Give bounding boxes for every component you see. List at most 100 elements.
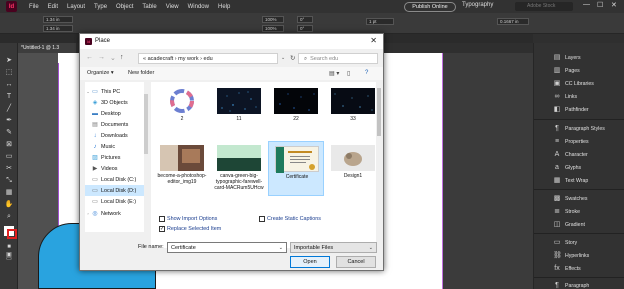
nav-desktop[interactable]: ▬ Desktop bbox=[85, 108, 145, 119]
minimize-icon[interactable]: — bbox=[583, 1, 590, 8]
files-scroll-thumb[interactable] bbox=[377, 88, 381, 136]
file-item[interactable]: 22 bbox=[268, 84, 324, 139]
selection-tool-icon[interactable]: ➤ bbox=[4, 57, 14, 65]
file-item[interactable]: 2 bbox=[154, 84, 210, 139]
free-transform-tool-icon[interactable]: ⤡ bbox=[4, 177, 14, 185]
organize-button[interactable]: Organize ▾ bbox=[87, 70, 114, 76]
menu-layout[interactable]: Layout bbox=[67, 4, 85, 10]
rectangle-frame-tool-icon[interactable]: ⊠ bbox=[4, 141, 14, 149]
stroke-weight-field[interactable]: 1 pt bbox=[366, 18, 394, 25]
panel-character[interactable]: A Character bbox=[534, 149, 624, 160]
panel-layers[interactable]: ▤ Layers bbox=[534, 52, 624, 63]
panel-links[interactable]: ∞ Links bbox=[534, 91, 624, 102]
recent-dropdown-icon[interactable]: ⌄ bbox=[110, 54, 116, 62]
menu-table[interactable]: Table bbox=[142, 4, 156, 10]
dialog-close-icon[interactable]: ✕ bbox=[370, 36, 377, 45]
nav-downloads[interactable]: ↓ Downloads bbox=[85, 130, 145, 141]
nav-scroll-thumb[interactable] bbox=[144, 94, 148, 154]
panel-cc-libraries[interactable]: ▣ CC Libraries bbox=[534, 78, 624, 89]
width-field[interactable]: 1.34 in bbox=[43, 16, 73, 23]
menu-view[interactable]: View bbox=[166, 4, 179, 10]
panel-gradient[interactable]: ◫ Gradient bbox=[534, 219, 624, 230]
nav-3d-objects[interactable]: ◈ 3D Objects bbox=[85, 97, 145, 108]
nav-this-pc[interactable]: ⌄ ▭ This PC bbox=[85, 86, 145, 97]
show-import-options-checkbox[interactable]: Show Import Options bbox=[159, 216, 217, 222]
scale-x-field[interactable]: 100% bbox=[262, 16, 284, 23]
new-folder-button[interactable]: New folder bbox=[128, 70, 154, 76]
line-tool-icon[interactable]: ╱ bbox=[4, 105, 14, 113]
panel-pathfinder[interactable]: ◧ Pathfinder bbox=[534, 104, 624, 115]
nav-documents[interactable]: ▤ Documents bbox=[85, 119, 145, 130]
hand-tool-icon[interactable]: ✋ bbox=[4, 201, 14, 209]
document-tab[interactable]: *Untitled-1 @ 1.3 bbox=[18, 43, 76, 53]
menu-file[interactable]: File bbox=[29, 4, 39, 10]
up-folder-icon[interactable]: ↑ bbox=[120, 54, 124, 61]
panel-effects[interactable]: fx Effects bbox=[534, 263, 624, 274]
files-scrollbar[interactable] bbox=[376, 82, 382, 248]
panel-text-wrap[interactable]: ▦ Text Wrap bbox=[534, 175, 624, 186]
nav-disk-d[interactable]: ▭ Local Disk (D:) bbox=[85, 185, 145, 196]
panel-swatches[interactable]: ▩ Swatches bbox=[534, 193, 624, 204]
nav-network[interactable]: › ◎ Network bbox=[85, 208, 145, 219]
screen-mode-icon[interactable]: ▭ bbox=[4, 255, 14, 263]
file-item-selected[interactable]: Certificate bbox=[268, 141, 324, 196]
publish-online-button[interactable]: Publish Online bbox=[404, 2, 456, 12]
workspace-switcher[interactable]: Typography bbox=[462, 2, 493, 8]
panel-paragraph[interactable]: ¶ Paragraph bbox=[534, 280, 624, 289]
panel-story[interactable]: ▭ Story bbox=[534, 237, 624, 248]
nav-disk-c[interactable]: ▭ Local Disk (C:) bbox=[85, 174, 145, 185]
menu-object[interactable]: Object bbox=[116, 4, 133, 10]
open-button[interactable]: Open bbox=[290, 256, 330, 268]
nav-videos[interactable]: ▶ Videos bbox=[85, 163, 145, 174]
maximize-icon[interactable]: ☐ bbox=[597, 1, 603, 9]
adobe-stock-search[interactable]: Adobe Stock bbox=[515, 2, 573, 11]
gap-tool-icon[interactable]: ↔ bbox=[4, 81, 14, 89]
nav-disk-e[interactable]: ▭ Local Disk (E:) bbox=[85, 196, 145, 207]
menu-window[interactable]: Window bbox=[188, 4, 209, 10]
menu-type[interactable]: Type bbox=[94, 4, 107, 10]
address-bar[interactable]: « acadecraft › my work › edu bbox=[138, 53, 278, 64]
refresh-icon[interactable]: ↻ bbox=[290, 54, 295, 62]
file-item[interactable]: canva-green-big-typographic-farewell-car… bbox=[211, 141, 267, 211]
shear-field[interactable]: 0° bbox=[297, 25, 313, 32]
apply-color-icon[interactable]: ■ ▣ bbox=[4, 243, 14, 258]
panel-glyphs[interactable]: a Glyphs bbox=[534, 162, 624, 173]
file-name-input[interactable]: Certificate ⌄ bbox=[167, 242, 287, 253]
back-icon[interactable]: ← bbox=[86, 54, 93, 61]
view-options-icon[interactable]: ▤ ▾ bbox=[329, 70, 339, 77]
menu-help[interactable]: Help bbox=[218, 4, 230, 10]
file-item[interactable]: 11 bbox=[211, 84, 267, 139]
file-item[interactable]: Design1 bbox=[325, 141, 381, 196]
pencil-tool-icon[interactable]: ✎ bbox=[4, 129, 14, 137]
panel-stroke[interactable]: ≣ Stroke bbox=[534, 206, 624, 217]
cancel-button[interactable]: Cancel bbox=[336, 256, 376, 268]
zoom-tool-icon[interactable]: ⌕ bbox=[4, 213, 14, 221]
scissors-tool-icon[interactable]: ✂ bbox=[4, 165, 14, 173]
close-icon[interactable]: ✕ bbox=[611, 1, 617, 9]
panel-paragraph-styles[interactable]: ¶ Paragraph Styles bbox=[534, 123, 624, 134]
gradient-tool-icon[interactable]: ▦ bbox=[4, 189, 14, 197]
help-icon[interactable]: ? bbox=[365, 70, 368, 76]
nav-scrollbar[interactable] bbox=[144, 82, 148, 232]
pen-tool-icon[interactable]: ✒ bbox=[4, 117, 14, 125]
scale-y-field[interactable]: 100% bbox=[262, 25, 284, 32]
create-static-captions-checkbox[interactable]: Create Static Captions bbox=[259, 216, 321, 222]
address-dropdown-icon[interactable]: ⌄ bbox=[281, 55, 285, 61]
reference-field[interactable]: 0.1667 in bbox=[497, 18, 529, 25]
panel-properties[interactable]: ≡ Properties bbox=[534, 136, 624, 147]
panel-hyperlinks[interactable]: ⛓ Hyperlinks bbox=[534, 250, 624, 261]
menu-edit[interactable]: Edit bbox=[48, 4, 58, 10]
preview-pane-icon[interactable]: ▯ bbox=[347, 70, 350, 77]
file-type-select[interactable]: Importable Files ⌄ bbox=[290, 242, 377, 253]
nav-music[interactable]: ♪ Music bbox=[85, 141, 145, 152]
file-item[interactable]: become-a-photoshop-editor_img19 bbox=[154, 141, 210, 211]
rectangle-tool-icon[interactable]: ▭ bbox=[4, 153, 14, 161]
height-field[interactable]: 1.34 in bbox=[43, 25, 73, 32]
nav-pictures[interactable]: ▨ Pictures bbox=[85, 152, 145, 163]
chevron-down-icon[interactable]: ⌄ bbox=[279, 243, 283, 253]
stroke-swatch-icon[interactable] bbox=[7, 229, 17, 239]
panel-pages[interactable]: ▥ Pages bbox=[534, 65, 624, 76]
search-input[interactable]: ⌕ Search edu bbox=[298, 53, 378, 64]
file-item[interactable]: 33 bbox=[325, 84, 381, 139]
replace-selected-item-checkbox[interactable]: ✓ Replace Selected Item bbox=[159, 226, 221, 232]
